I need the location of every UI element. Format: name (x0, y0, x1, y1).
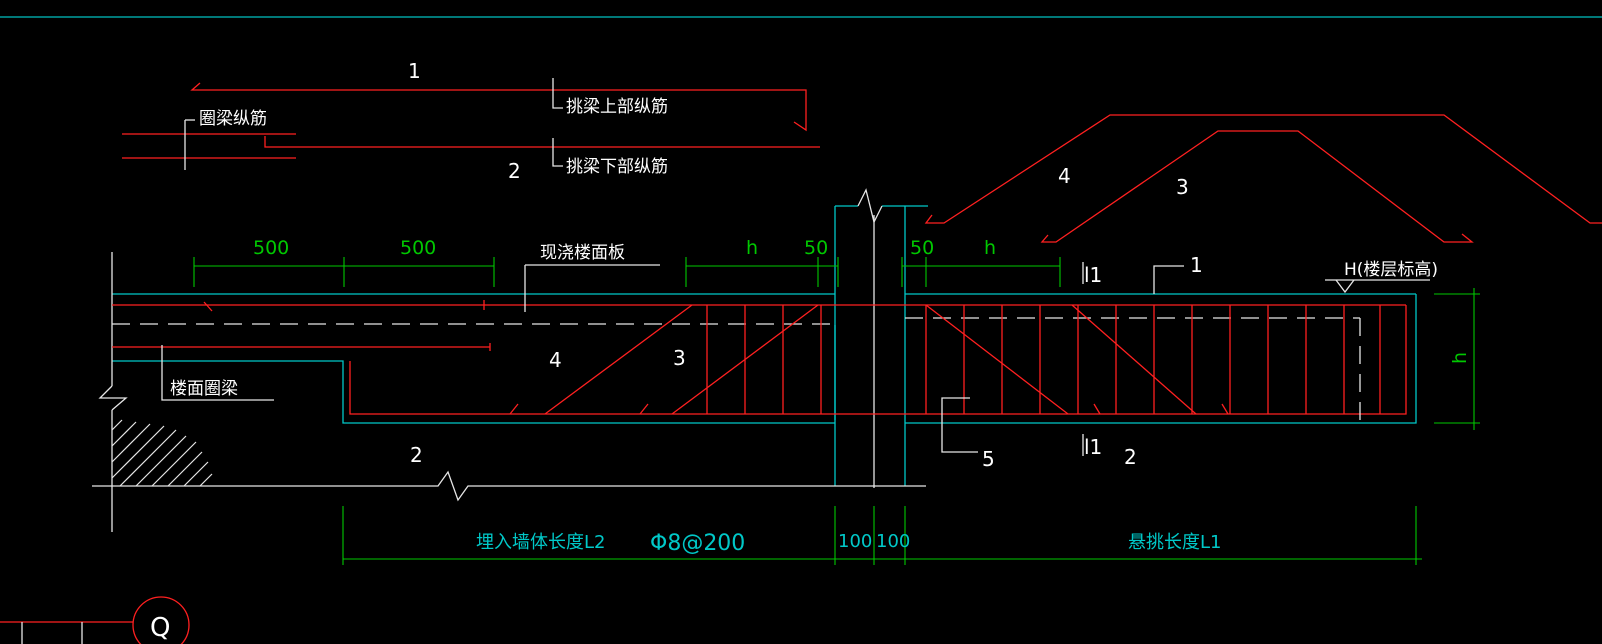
beam-bottom-rebar (349, 305, 1407, 415)
wall-embed-length-label: 埋入墙体长度L2 (476, 532, 605, 553)
stirrups-left (706, 305, 822, 414)
dim-100-a: 100 (838, 531, 872, 552)
bent-bars-in-beam (509, 304, 1229, 415)
bar-5-number: 5 (982, 447, 995, 471)
cantilever-bottom-bar-label: 挑梁下部纵筋 (566, 157, 668, 177)
ring-beam-bar-label: 圈梁纵筋 (199, 109, 267, 129)
stirrup-spec-label: Φ8@200 (650, 531, 745, 556)
bent-bar-4-number: 4 (1058, 164, 1071, 188)
bar-1-leader (1153, 265, 1184, 294)
dim-500-a: 500 (253, 237, 289, 259)
elevation-mark (1325, 279, 1430, 294)
bar-5-leader (941, 397, 978, 453)
dim-100-b: 100 (876, 531, 910, 552)
bent-bar-3-number: 3 (1176, 175, 1189, 199)
floor-elevation-label: H(楼层标高) (1344, 260, 1438, 280)
dim-50-left: 50 (804, 237, 828, 259)
right-bar-2-number: 2 (1124, 445, 1137, 469)
dim-500-b: 500 (400, 237, 436, 259)
right-bar-1-number: 1 (1190, 253, 1203, 277)
section-mark-top-label: l1 (1084, 263, 1102, 287)
cantilever-top-bar-label: 挑梁上部纵筋 (566, 97, 668, 117)
cantilever-length-label: 悬挑长度L1 (1128, 532, 1221, 553)
axis-q-label: Q (150, 613, 170, 643)
cantilever-beam-drawing: 圈梁纵筋 挑梁上部纵筋 挑梁下部纵筋 1 2 4 3 现浇楼面板 楼面圈梁 H(… (0, 16, 1602, 644)
dim-50-right: 50 (910, 237, 934, 259)
dim-h-right: h (984, 237, 996, 259)
bar-1-shape (190, 82, 820, 148)
slab-outline (112, 293, 1417, 424)
floor-ring-beam-label: 楼面圈梁 (170, 379, 238, 399)
cast-slab-label: 现浇楼面板 (540, 243, 625, 263)
dimension-lines-top (193, 257, 1480, 430)
bottom-bar-2-number: 2 (410, 443, 423, 467)
bar-number-2-top: 2 (508, 159, 521, 183)
beam-bar-3-number: 3 (673, 346, 686, 370)
bar-number-1-top: 1 (408, 59, 421, 83)
bent-bar-3-shape (1040, 130, 1474, 243)
stirrups-right (925, 305, 1381, 414)
beam-centerline (112, 317, 1361, 420)
beam-top-rebar (112, 300, 1406, 351)
wall-section (834, 188, 928, 488)
beam-bar-4-number: 4 (549, 348, 562, 372)
dim-h-left: h (746, 237, 758, 259)
bar-leaders-top (552, 78, 563, 167)
dim-h-side: h (1449, 352, 1471, 364)
section-mark-bottom-label: l1 (1084, 435, 1102, 459)
